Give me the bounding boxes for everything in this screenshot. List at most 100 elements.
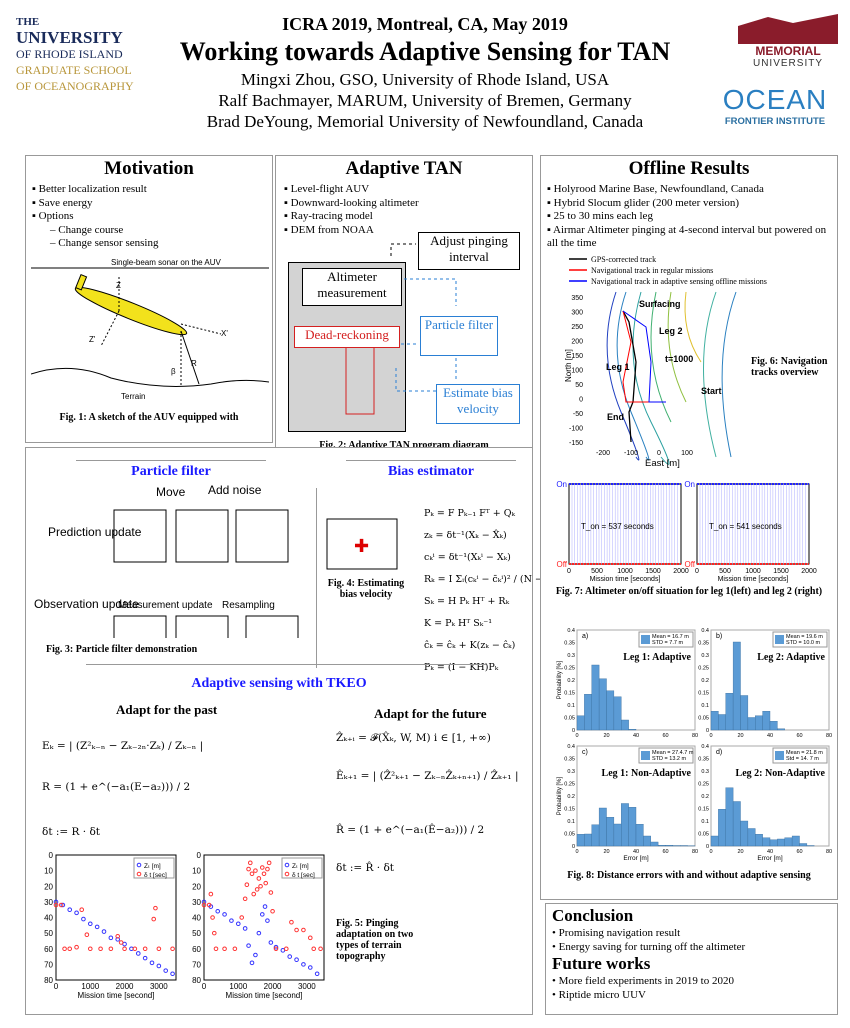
figure-caption: Fig. 3: Particle filter demonstration	[46, 644, 198, 655]
step-label: Add noise	[208, 483, 262, 497]
list-item-text: Promising navigation result	[558, 927, 681, 939]
mun-logo: MEMORIAL UNIVERSITY	[738, 14, 838, 69]
tick-label: 60	[662, 733, 668, 739]
logo-text: OF OCEANOGRAPHY	[16, 79, 134, 93]
tick-label: 70	[192, 960, 201, 969]
section-title: Bias estimator	[388, 464, 474, 479]
tick-label: 60	[192, 945, 201, 954]
on-label: On	[556, 480, 567, 489]
bias-velocity-block: Estimate bias velocity	[436, 384, 520, 424]
list-item: Save energy	[32, 197, 272, 211]
tick-label: 60	[796, 849, 802, 855]
histogram-bar	[791, 835, 800, 847]
tick-label: 40	[767, 733, 773, 739]
legend-swatch	[641, 635, 650, 644]
list-item: • More field experiments in 2019 to 2020	[552, 975, 734, 987]
histogram-bar	[762, 837, 771, 847]
histogram-bar	[710, 711, 719, 731]
tick-label: 350	[571, 295, 583, 302]
tick-label: 2000	[801, 568, 817, 575]
tick-label: 0.35	[564, 757, 575, 763]
tick-label: 0.2	[701, 678, 709, 684]
tick-label: 300	[571, 310, 583, 317]
tick-label: 0.3	[701, 769, 709, 775]
svg-text:✚: ✚	[354, 536, 369, 556]
tick-label: -150	[569, 440, 583, 447]
section-title: Motivation	[104, 158, 194, 179]
tick-label: 80	[692, 849, 698, 855]
author: Mingxi Zhou, GSO, University of Rhode Is…	[240, 70, 610, 89]
histogram-bar	[576, 715, 585, 731]
histogram-bar	[665, 845, 674, 847]
step-label: Prediction update	[48, 525, 142, 539]
list-item: Change sensor sensing	[32, 237, 272, 251]
equation: Êₖ₊₁ = | (Ẑ²ₖ₊₁ − Zₖ₋ₙẐₖ₊ₙ₊₁) / Ẑₖ₊₁ |	[336, 770, 519, 782]
histogram-bar	[725, 787, 734, 847]
tick-label: 80	[192, 976, 201, 985]
tick-label: 0.1	[701, 703, 709, 709]
histogram-bar	[732, 801, 741, 847]
list-item: Airmar Altimeter pinging at 4-second int…	[547, 224, 833, 251]
tick-label: 1000	[745, 568, 761, 575]
histogram-bar	[769, 721, 778, 731]
tick-label: 50	[44, 929, 53, 938]
bias-sketch: ✚	[326, 518, 398, 570]
offline-list: Holyrood Marine Base, Newfoundland, Cana…	[547, 183, 837, 251]
tick-label: 0.35	[698, 757, 709, 763]
off-label: Off	[556, 560, 567, 569]
map-label: Leg 1	[606, 362, 630, 372]
poster-header: ICRA 2019, Montreal, CA, May 2019 Workin…	[140, 14, 710, 132]
tick-label: 0.4	[567, 628, 575, 634]
panel-label: Leg 1: Non-Adaptive	[602, 768, 692, 779]
tick-label: 0.3	[567, 653, 575, 659]
tick-label: 1000	[229, 982, 247, 991]
tick-label: 0.25	[564, 782, 575, 788]
tick-label: 0.05	[564, 716, 575, 722]
histogram-bar	[576, 834, 585, 847]
axis-label: Z'	[89, 335, 96, 344]
axis-label: β	[171, 367, 176, 376]
tick-label: 60	[44, 945, 53, 954]
tick-label: -100	[624, 450, 638, 457]
equation: δt := R̂ · δt	[336, 862, 395, 874]
altimeter-block: Altimeter measurement	[302, 268, 402, 306]
off-label: Off	[684, 560, 695, 569]
panel-tag: c)	[582, 749, 588, 756]
list-item: Holyrood Marine Base, Newfoundland, Cana…	[547, 183, 833, 197]
tick-label: 20	[603, 849, 609, 855]
offline-results-panel: Offline Results Holyrood Marine Base, Ne…	[540, 155, 838, 900]
map-label: End	[607, 412, 624, 422]
list-item-text: Riptide micro UUV	[558, 989, 646, 1001]
histogram-bar	[755, 715, 763, 731]
tick-label: 0.4	[701, 628, 709, 634]
tick-label: 0.2	[701, 794, 709, 800]
subsection-title: Adapt for the past	[116, 702, 218, 717]
list-item-text: More field experiments in 2019 to 2020	[558, 975, 734, 987]
tick-label: 0	[54, 982, 59, 991]
legend-entry: Zₜ [m]	[144, 863, 161, 870]
tick-label: 0.2	[567, 678, 575, 684]
equation: δt := R · δt	[42, 826, 101, 838]
poster-title: Working towards Adaptive Sensing for TAN	[179, 37, 671, 66]
tick-label: 0	[567, 568, 571, 575]
tick-label: 1500	[773, 568, 789, 575]
histogram-bar	[635, 824, 644, 847]
histogram-bar	[591, 664, 600, 731]
particle-filter-demo: Move Add noise Prediction update Measure…	[34, 483, 299, 638]
tick-label: 20	[603, 733, 609, 739]
equation: Sₖ = H Pₖ Hᵀ + Rₖ	[424, 596, 510, 607]
tick-label: 1000	[81, 982, 99, 991]
step-label: Resampling	[222, 600, 275, 611]
legend-swatch	[641, 751, 650, 760]
list-item: • Promising navigation result	[552, 927, 681, 939]
adjust-pinging-block: Adjust pinging interval	[418, 232, 520, 270]
tick-label: 0.05	[564, 832, 575, 838]
panel-tag: d)	[716, 749, 722, 756]
legend-entry: STD = 10.0 m	[786, 640, 821, 646]
ton-label: T_on = 537 seconds	[581, 522, 654, 531]
equation: R̂ = (1 + e^(−a₁(Ê−a₂))) / 2	[336, 824, 485, 836]
panel-tag: a)	[582, 633, 588, 640]
panel-label: Leg 1: Adaptive	[623, 652, 691, 663]
equation: cₖⁱ = δt⁻¹(Xₖⁱ − Xₖ)	[424, 552, 511, 563]
dead-reckoning-block: Dead-reckoning	[294, 326, 400, 348]
